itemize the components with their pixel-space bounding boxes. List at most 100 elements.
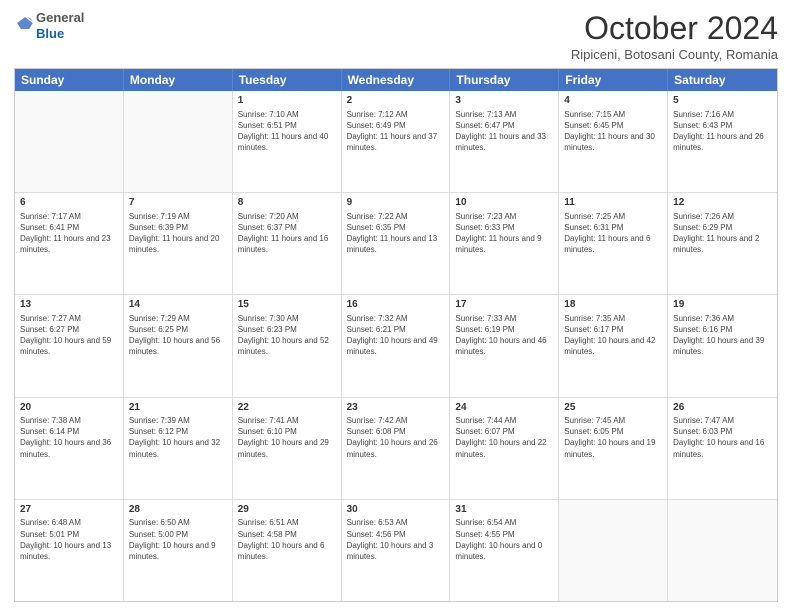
cal-cell: 6Sunrise: 7:17 AMSunset: 6:41 PMDaylight… [15,193,124,294]
cell-day-number: 25 [564,401,662,415]
cal-cell: 11Sunrise: 7:25 AMSunset: 6:31 PMDayligh… [559,193,668,294]
cal-header-day: Tuesday [233,69,342,91]
cal-cell: 13Sunrise: 7:27 AMSunset: 6:27 PMDayligh… [15,295,124,396]
cal-header-day: Monday [124,69,233,91]
cell-info: Sunrise: 6:53 AMSunset: 4:56 PMDaylight:… [347,517,445,562]
cal-cell: 15Sunrise: 7:30 AMSunset: 6:23 PMDayligh… [233,295,342,396]
cell-info: Sunrise: 6:51 AMSunset: 4:58 PMDaylight:… [238,517,336,562]
cell-day-number: 13 [20,298,118,312]
cell-info: Sunrise: 7:30 AMSunset: 6:23 PMDaylight:… [238,313,336,358]
cell-info: Sunrise: 7:32 AMSunset: 6:21 PMDaylight:… [347,313,445,358]
cal-cell: 20Sunrise: 7:38 AMSunset: 6:14 PMDayligh… [15,398,124,499]
cell-day-number: 21 [129,401,227,415]
cell-day-number: 14 [129,298,227,312]
cell-day-number: 16 [347,298,445,312]
cell-day-number: 20 [20,401,118,415]
cal-cell [15,91,124,192]
cal-cell: 3Sunrise: 7:13 AMSunset: 6:47 PMDaylight… [450,91,559,192]
cell-day-number: 27 [20,503,118,517]
cal-cell: 1Sunrise: 7:10 AMSunset: 6:51 PMDaylight… [233,91,342,192]
cell-day-number: 15 [238,298,336,312]
cal-cell: 7Sunrise: 7:19 AMSunset: 6:39 PMDaylight… [124,193,233,294]
logo-text: General Blue [36,10,84,41]
cell-day-number: 3 [455,94,553,108]
cal-cell: 9Sunrise: 7:22 AMSunset: 6:35 PMDaylight… [342,193,451,294]
cal-cell: 4Sunrise: 7:15 AMSunset: 6:45 PMDaylight… [559,91,668,192]
calendar: SundayMondayTuesdayWednesdayThursdayFrid… [14,68,778,602]
cal-cell: 31Sunrise: 6:54 AMSunset: 4:55 PMDayligh… [450,500,559,601]
cell-day-number: 24 [455,401,553,415]
cell-day-number: 22 [238,401,336,415]
title-area: October 2024 Ripiceni, Botosani County, … [571,10,778,62]
cell-day-number: 30 [347,503,445,517]
cell-info: Sunrise: 7:45 AMSunset: 6:05 PMDaylight:… [564,415,662,460]
cal-cell: 14Sunrise: 7:29 AMSunset: 6:25 PMDayligh… [124,295,233,396]
cell-day-number: 28 [129,503,227,517]
cell-info: Sunrise: 7:44 AMSunset: 6:07 PMDaylight:… [455,415,553,460]
cell-info: Sunrise: 6:54 AMSunset: 4:55 PMDaylight:… [455,517,553,562]
cell-day-number: 18 [564,298,662,312]
cell-info: Sunrise: 7:10 AMSunset: 6:51 PMDaylight:… [238,109,336,154]
logo: General Blue [14,10,84,41]
cell-day-number: 9 [347,196,445,210]
cell-info: Sunrise: 7:19 AMSunset: 6:39 PMDaylight:… [129,211,227,256]
cell-info: Sunrise: 7:38 AMSunset: 6:14 PMDaylight:… [20,415,118,460]
cell-info: Sunrise: 7:15 AMSunset: 6:45 PMDaylight:… [564,109,662,154]
cell-day-number: 6 [20,196,118,210]
cell-info: Sunrise: 7:26 AMSunset: 6:29 PMDaylight:… [673,211,772,256]
cell-day-number: 7 [129,196,227,210]
cell-day-number: 31 [455,503,553,517]
cell-info: Sunrise: 7:33 AMSunset: 6:19 PMDaylight:… [455,313,553,358]
cal-header-day: Thursday [450,69,559,91]
cal-row: 6Sunrise: 7:17 AMSunset: 6:41 PMDaylight… [15,193,777,295]
cal-cell: 12Sunrise: 7:26 AMSunset: 6:29 PMDayligh… [668,193,777,294]
cal-cell: 16Sunrise: 7:32 AMSunset: 6:21 PMDayligh… [342,295,451,396]
cell-info: Sunrise: 7:25 AMSunset: 6:31 PMDaylight:… [564,211,662,256]
cal-cell: 5Sunrise: 7:16 AMSunset: 6:43 PMDaylight… [668,91,777,192]
month-title: October 2024 [571,10,778,47]
cal-cell: 30Sunrise: 6:53 AMSunset: 4:56 PMDayligh… [342,500,451,601]
calendar-body: 1Sunrise: 7:10 AMSunset: 6:51 PMDaylight… [15,91,777,601]
cal-header-day: Saturday [668,69,777,91]
cell-info: Sunrise: 7:16 AMSunset: 6:43 PMDaylight:… [673,109,772,154]
cal-row: 13Sunrise: 7:27 AMSunset: 6:27 PMDayligh… [15,295,777,397]
cal-cell: 8Sunrise: 7:20 AMSunset: 6:37 PMDaylight… [233,193,342,294]
cal-cell: 29Sunrise: 6:51 AMSunset: 4:58 PMDayligh… [233,500,342,601]
cal-cell: 22Sunrise: 7:41 AMSunset: 6:10 PMDayligh… [233,398,342,499]
location: Ripiceni, Botosani County, Romania [571,47,778,62]
cell-info: Sunrise: 7:22 AMSunset: 6:35 PMDaylight:… [347,211,445,256]
cal-cell: 2Sunrise: 7:12 AMSunset: 6:49 PMDaylight… [342,91,451,192]
cell-info: Sunrise: 6:48 AMSunset: 5:01 PMDaylight:… [20,517,118,562]
cal-cell: 19Sunrise: 7:36 AMSunset: 6:16 PMDayligh… [668,295,777,396]
cal-row: 27Sunrise: 6:48 AMSunset: 5:01 PMDayligh… [15,500,777,601]
cal-cell: 26Sunrise: 7:47 AMSunset: 6:03 PMDayligh… [668,398,777,499]
cal-cell: 17Sunrise: 7:33 AMSunset: 6:19 PMDayligh… [450,295,559,396]
cell-info: Sunrise: 7:47 AMSunset: 6:03 PMDaylight:… [673,415,772,460]
cal-cell: 23Sunrise: 7:42 AMSunset: 6:08 PMDayligh… [342,398,451,499]
cal-cell: 28Sunrise: 6:50 AMSunset: 5:00 PMDayligh… [124,500,233,601]
cell-info: Sunrise: 7:41 AMSunset: 6:10 PMDaylight:… [238,415,336,460]
cal-header-day: Sunday [15,69,124,91]
cal-cell: 25Sunrise: 7:45 AMSunset: 6:05 PMDayligh… [559,398,668,499]
cell-day-number: 2 [347,94,445,108]
cell-day-number: 19 [673,298,772,312]
cell-info: Sunrise: 6:50 AMSunset: 5:00 PMDaylight:… [129,517,227,562]
cal-cell: 18Sunrise: 7:35 AMSunset: 6:17 PMDayligh… [559,295,668,396]
cell-info: Sunrise: 7:20 AMSunset: 6:37 PMDaylight:… [238,211,336,256]
cell-info: Sunrise: 7:12 AMSunset: 6:49 PMDaylight:… [347,109,445,154]
logo-blue: Blue [36,26,84,42]
cal-cell [668,500,777,601]
cal-header-day: Friday [559,69,668,91]
cal-cell: 21Sunrise: 7:39 AMSunset: 6:12 PMDayligh… [124,398,233,499]
calendar-header: SundayMondayTuesdayWednesdayThursdayFrid… [15,69,777,91]
logo-icon [16,14,34,32]
cal-cell [124,91,233,192]
cal-cell: 10Sunrise: 7:23 AMSunset: 6:33 PMDayligh… [450,193,559,294]
cell-day-number: 1 [238,94,336,108]
header: General Blue October 2024 Ripiceni, Boto… [14,10,778,62]
cell-info: Sunrise: 7:23 AMSunset: 6:33 PMDaylight:… [455,211,553,256]
cell-day-number: 26 [673,401,772,415]
cell-info: Sunrise: 7:35 AMSunset: 6:17 PMDaylight:… [564,313,662,358]
cell-info: Sunrise: 7:13 AMSunset: 6:47 PMDaylight:… [455,109,553,154]
page: General Blue October 2024 Ripiceni, Boto… [0,0,792,612]
